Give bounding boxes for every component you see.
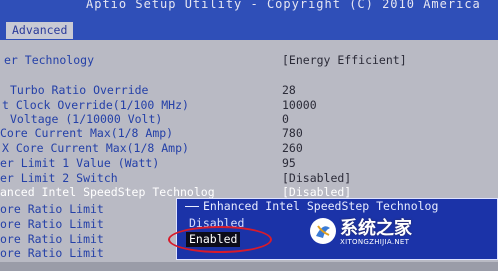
setting-value: [Disabled] (282, 171, 352, 185)
tab-advanced[interactable]: Advanced (6, 22, 74, 39)
setting-label: X Core Current Max(1/8 Amp) (2, 141, 189, 155)
setting-row[interactable]: er Limit 1 Value (Watt) 95 (0, 156, 498, 171)
setting-row[interactable]: t Clock Override(1/100 MHz) 10000 (0, 98, 498, 113)
title-bar: Aptio Setup Utility - Copyright (C) 2010… (0, 0, 498, 21)
setting-label: ore Ratio Limit (0, 232, 104, 246)
setting-row[interactable]: Core Current Max(1/8 Amp) 780 (0, 126, 498, 141)
setting-label: ore Ratio Limit (0, 217, 104, 231)
popup-title-text: Enhanced Intel SpeedStep Technolog (203, 199, 439, 213)
tab-bar: Advanced (0, 21, 498, 40)
setting-row[interactable]: Turbo Ratio Override 28 (0, 83, 498, 98)
setting-label: er Technology (4, 53, 95, 67)
setting-label: t Clock Override(1/100 MHz) (2, 98, 189, 112)
setting-value: [Energy Efficient] (282, 53, 407, 67)
watermark-brand: 系统之家 (340, 218, 412, 239)
setting-label: er Limit 1 Value (Watt) (0, 156, 160, 170)
setting-row[interactable]: Voltage (1/10000 Volt) 0 (0, 112, 498, 127)
setting-label: Core Current Max(1/8 Amp) (0, 126, 174, 140)
watermark-url: XITONGZHIJIA.NET (340, 238, 410, 246)
setting-label: ore Ratio Limit (0, 202, 104, 216)
setting-label: ore Ratio Limit (0, 246, 104, 260)
bottom-strip (0, 262, 498, 271)
title-rule (185, 206, 199, 207)
annotation-circle (168, 226, 272, 253)
setting-value: 28 (282, 83, 296, 97)
window-title: Aptio Setup Utility - Copyright (C) 2010… (86, 0, 481, 11)
setting-label: Voltage (1/10000 Volt) (10, 112, 163, 126)
popup-title: Enhanced Intel SpeedStep Technolog (185, 199, 497, 213)
bios-setup-screen: Aptio Setup Utility - Copyright (C) 2010… (0, 0, 498, 271)
watermark: 系统之家 XITONGZHIJIA.NET (308, 214, 498, 254)
setting-value: 260 (282, 141, 303, 155)
setting-value: 95 (282, 156, 296, 170)
setting-row[interactable]: er Limit 2 Switch [Disabled] (0, 171, 498, 186)
setting-value: 10000 (282, 98, 317, 112)
setting-row[interactable]: X Core Current Max(1/8 Amp) 260 (0, 141, 498, 156)
setting-label: Turbo Ratio Override (10, 83, 149, 97)
setting-value: 780 (282, 126, 303, 140)
setting-label: er Limit 2 Switch (0, 171, 118, 185)
setting-row[interactable]: er Technology [Energy Efficient] (0, 53, 498, 68)
site-logo-icon (310, 218, 336, 244)
setting-value: 0 (282, 112, 289, 126)
